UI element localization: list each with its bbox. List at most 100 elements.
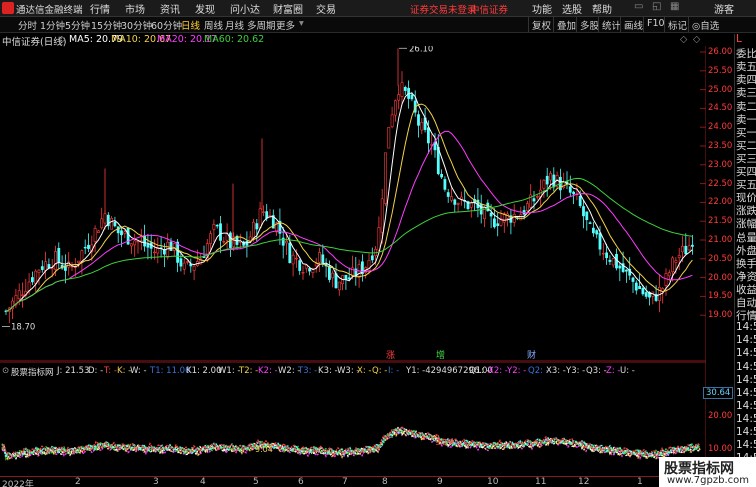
diamond-icon[interactable]: ◇ xyxy=(680,34,687,45)
price-tick-label: 21.00 xyxy=(708,235,733,245)
candle-body xyxy=(410,94,414,100)
period-intraday[interactable]: 分时 xyxy=(18,18,37,32)
candle-body xyxy=(519,214,523,221)
candle-body xyxy=(568,186,572,193)
menu-quotes[interactable]: 行情 xyxy=(90,1,110,16)
period-more[interactable]: 更多 xyxy=(276,18,295,32)
candle-body xyxy=(245,241,249,246)
settings-icon[interactable]: ◇ xyxy=(58,34,65,45)
period-15min[interactable]: 15分钟 xyxy=(91,18,122,32)
candle-body xyxy=(545,175,549,185)
indicator-chart[interactable]: 9.04 9.17 xyxy=(0,362,706,476)
indicator-item: U: - xyxy=(620,366,635,376)
candle-body xyxy=(308,268,312,272)
candle-body xyxy=(37,269,41,273)
side-panel-label: 14:5 xyxy=(736,426,756,438)
candle-body xyxy=(93,228,97,242)
candle-body xyxy=(618,265,622,269)
candle-body xyxy=(384,152,387,204)
price-tick-label: 22.50 xyxy=(708,178,733,189)
period-weekly[interactable]: 周线 xyxy=(204,18,223,32)
candle-body xyxy=(136,240,140,243)
indicator-axis-10: 10.00 xyxy=(708,444,733,454)
candle-body xyxy=(456,203,460,205)
indicator-header: ⊙ 股票指标网 J: 21.53 D: - T: - K: - W: - T1: 11.00 K… xyxy=(0,366,706,378)
candle-body xyxy=(417,114,420,126)
candle-body xyxy=(30,277,34,283)
watermark-url: www.7gpzb.com xyxy=(667,475,749,486)
price-tick-label: 25.00 xyxy=(708,84,733,95)
period-5min[interactable]: 5分钟 xyxy=(65,18,90,32)
period-monthly[interactable]: 月线 xyxy=(225,18,244,32)
date-tick-label: 3 xyxy=(153,477,159,487)
menu-help[interactable]: 帮助 xyxy=(592,1,612,16)
minimize-icon[interactable]: ▭ xyxy=(634,1,643,12)
menu-stock-pick[interactable]: 选股 xyxy=(562,1,582,16)
candle-body xyxy=(27,281,31,292)
menu-news[interactable]: 资讯 xyxy=(160,1,180,16)
chevron-down-icon[interactable]: ▾ xyxy=(299,18,304,29)
candle-body xyxy=(608,259,612,262)
quote-side-panel[interactable]: L 委比 卖五 卖四 卖三 卖二 卖一 买一 买二 买三 买四 买五 现价 涨跌 涨幅 总量 外盘 换手 净资 收益自… xyxy=(734,34,756,476)
candle-body xyxy=(255,223,259,230)
indicator-value-box: 30.64 xyxy=(703,387,734,399)
period-daily[interactable]: 日线 xyxy=(181,18,200,32)
candle-body xyxy=(110,218,114,230)
period-multi[interactable]: 多周期 xyxy=(247,18,276,32)
candle-body xyxy=(595,230,599,235)
candle-body xyxy=(420,122,424,131)
candle-body xyxy=(301,272,305,274)
login-warning[interactable]: 证券交易未登录 xyxy=(410,2,477,16)
candle-body xyxy=(166,241,170,258)
date-tick-label: 2 xyxy=(75,477,81,487)
event-marker: 增 xyxy=(436,349,445,361)
candle-body xyxy=(331,272,335,279)
period-1min[interactable]: 1分钟 xyxy=(40,18,65,32)
candle-body xyxy=(512,213,516,223)
restore-icon[interactable]: ◱ xyxy=(652,1,661,12)
candlestick-chart[interactable]: 26.10 18.70 涨 增 财 xyxy=(0,46,706,362)
date-tick-label: 8 xyxy=(382,477,388,487)
side-panel-label: 14:5 xyxy=(736,347,756,360)
price-tick-label: 25.50 xyxy=(708,65,733,76)
menu-discover[interactable]: 发现 xyxy=(195,1,215,16)
period-60min[interactable]: 60分钟 xyxy=(151,18,182,32)
candle-body xyxy=(83,246,87,249)
candle-body xyxy=(281,237,285,246)
period-30min[interactable]: 30分钟 xyxy=(121,18,152,32)
candle-body xyxy=(120,230,123,236)
autoselect-button[interactable]: ◎自选 xyxy=(688,17,722,32)
price-tick-label: 19.00 xyxy=(708,310,733,321)
candle-body xyxy=(611,258,615,266)
side-panel-label: 14:5 xyxy=(736,334,756,347)
grid-icon[interactable]: ▦ xyxy=(670,1,679,12)
adjust-button[interactable]: 复权 xyxy=(528,17,554,32)
side-panel-label: 14:5 xyxy=(736,321,756,334)
indicator-item: K1: 2.00 xyxy=(186,366,222,376)
candle-body xyxy=(588,222,592,224)
candle-body xyxy=(426,127,430,144)
indicator-item: X2: - xyxy=(488,366,508,376)
indicator-item: X3: - xyxy=(546,366,566,376)
candle-body xyxy=(288,242,292,264)
indicator-item: T1: 11.00 xyxy=(150,366,191,376)
candle-body xyxy=(146,243,150,248)
candle-body xyxy=(116,226,120,234)
candle-body xyxy=(123,231,127,234)
menu-function[interactable]: 功能 xyxy=(532,1,552,16)
price-tick-label: 21.50 xyxy=(708,216,733,227)
candle-body xyxy=(54,251,57,270)
side-panel-label: 14:5 xyxy=(736,439,756,452)
indicator-item: K3: - xyxy=(318,366,338,376)
menu-trade[interactable]: 交易 xyxy=(316,1,336,16)
expand-icon[interactable]: ◇ xyxy=(693,34,700,45)
side-panel-label: 14:5 xyxy=(736,386,756,399)
mark-button[interactable]: 标记 xyxy=(664,17,690,32)
ma-info-bar: 中信证券(日线) ◇ MA5: 20.79 MA10: 20.67 MA20: … xyxy=(0,34,706,48)
candle-body xyxy=(443,179,447,190)
menu-wealth[interactable]: 财富圈 xyxy=(273,1,303,16)
user-label[interactable]: 游客 xyxy=(714,1,734,16)
candle-body xyxy=(644,292,648,297)
menu-market[interactable]: 市场 xyxy=(125,1,145,16)
menu-ask[interactable]: 问小达 xyxy=(230,1,260,16)
